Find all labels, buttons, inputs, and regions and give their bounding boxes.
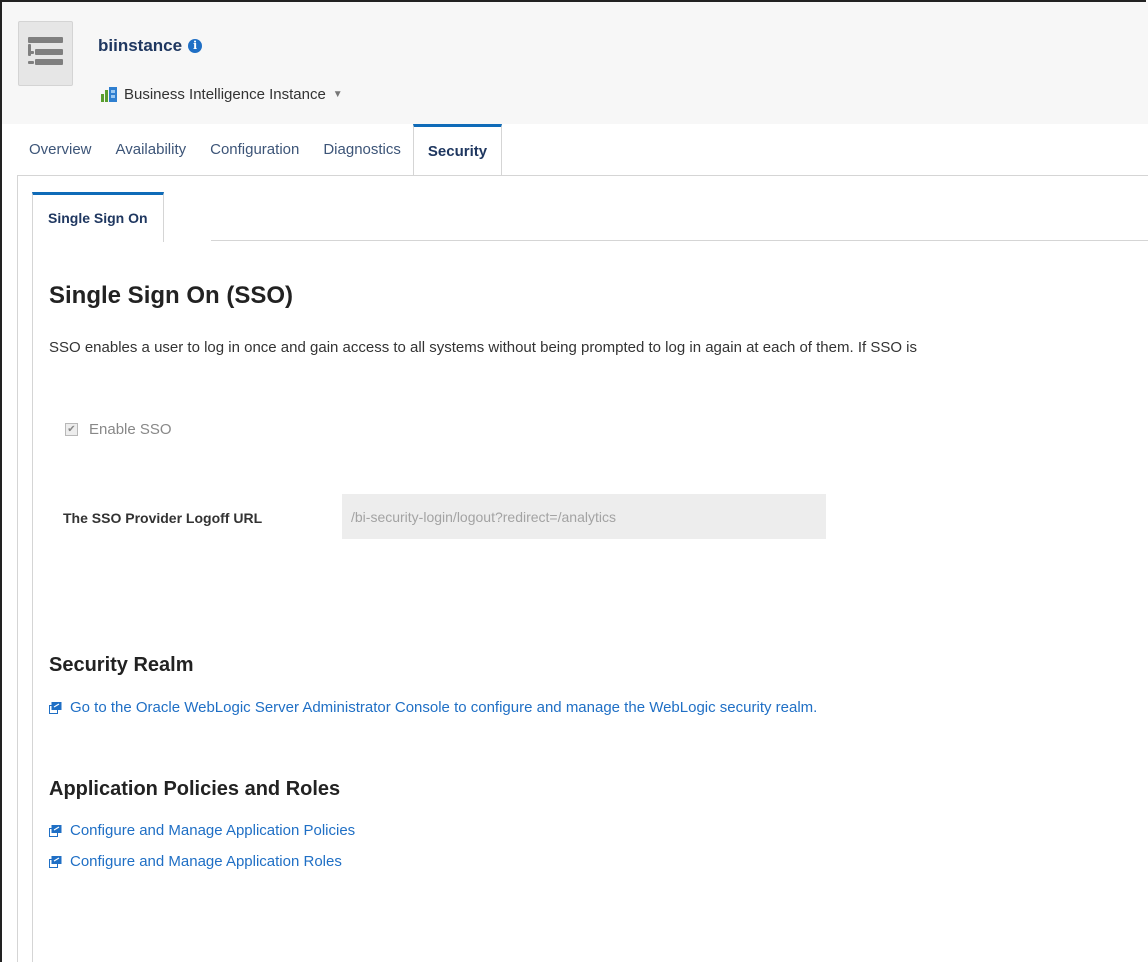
instance-name: biinstance	[98, 36, 183, 55]
caret-down-icon[interactable]: ▼	[333, 89, 343, 100]
bi-instance-icon	[101, 87, 117, 102]
external-link-icon	[49, 701, 62, 714]
sso-heading: Single Sign On (SSO)	[49, 282, 294, 309]
enable-sso-label: Enable SSO	[89, 421, 172, 438]
app-policies-link[interactable]: Configure and Manage Application Policie…	[49, 822, 355, 839]
security-panel: Single Sign On Single Sign On (SSO) SSO …	[17, 176, 1148, 962]
tab-overview[interactable]: Overview	[17, 124, 104, 176]
instance-type-label: Business Intelligence Instance	[124, 85, 326, 103]
tab-configuration[interactable]: Configuration	[198, 124, 311, 176]
info-icon[interactable]: i	[188, 39, 203, 53]
page-header: biinstance i Business Intelligence Insta…	[2, 2, 1148, 124]
tab-security[interactable]: Security	[412, 124, 503, 176]
app-policies-heading: Application Policies and Roles	[49, 778, 341, 800]
target-navigation-icon[interactable]	[18, 21, 73, 86]
subtab-single-sign-on[interactable]: Single Sign On	[32, 192, 164, 242]
external-link-icon	[49, 824, 62, 837]
app-roles-link-text[interactable]: Configure and Manage Application Roles	[70, 853, 342, 870]
main-tabs: Overview Availability Configuration Diag…	[17, 124, 503, 176]
tab-availability[interactable]: Availability	[104, 124, 199, 176]
logoff-url-label: The SSO Provider Logoff URL	[63, 510, 263, 526]
app-policies-link-text[interactable]: Configure and Manage Application Policie…	[70, 822, 355, 839]
weblogic-console-link[interactable]: Go to the Oracle WebLogic Server Adminis…	[49, 699, 817, 716]
weblogic-console-link-text[interactable]: Go to the Oracle WebLogic Server Adminis…	[70, 699, 817, 716]
app-roles-link[interactable]: Configure and Manage Application Roles	[49, 853, 342, 870]
instance-title: biinstance i	[98, 36, 203, 56]
tab-diagnostics[interactable]: Diagnostics	[311, 124, 413, 176]
external-link-icon	[49, 855, 62, 868]
sso-content: Single Sign On (SSO) SSO enables a user …	[32, 242, 1148, 962]
checkbox-checked-icon[interactable]: ✔	[65, 423, 78, 436]
enable-sso-checkbox[interactable]: ✔ Enable SSO	[65, 421, 172, 438]
sso-description: SSO enables a user to log in once and ga…	[49, 339, 917, 356]
instance-type-menu[interactable]: Business Intelligence Instance ▼	[100, 85, 343, 103]
logoff-url-field[interactable]	[342, 494, 826, 539]
security-realm-heading: Security Realm	[49, 654, 194, 676]
subtab-divider	[211, 240, 1148, 241]
